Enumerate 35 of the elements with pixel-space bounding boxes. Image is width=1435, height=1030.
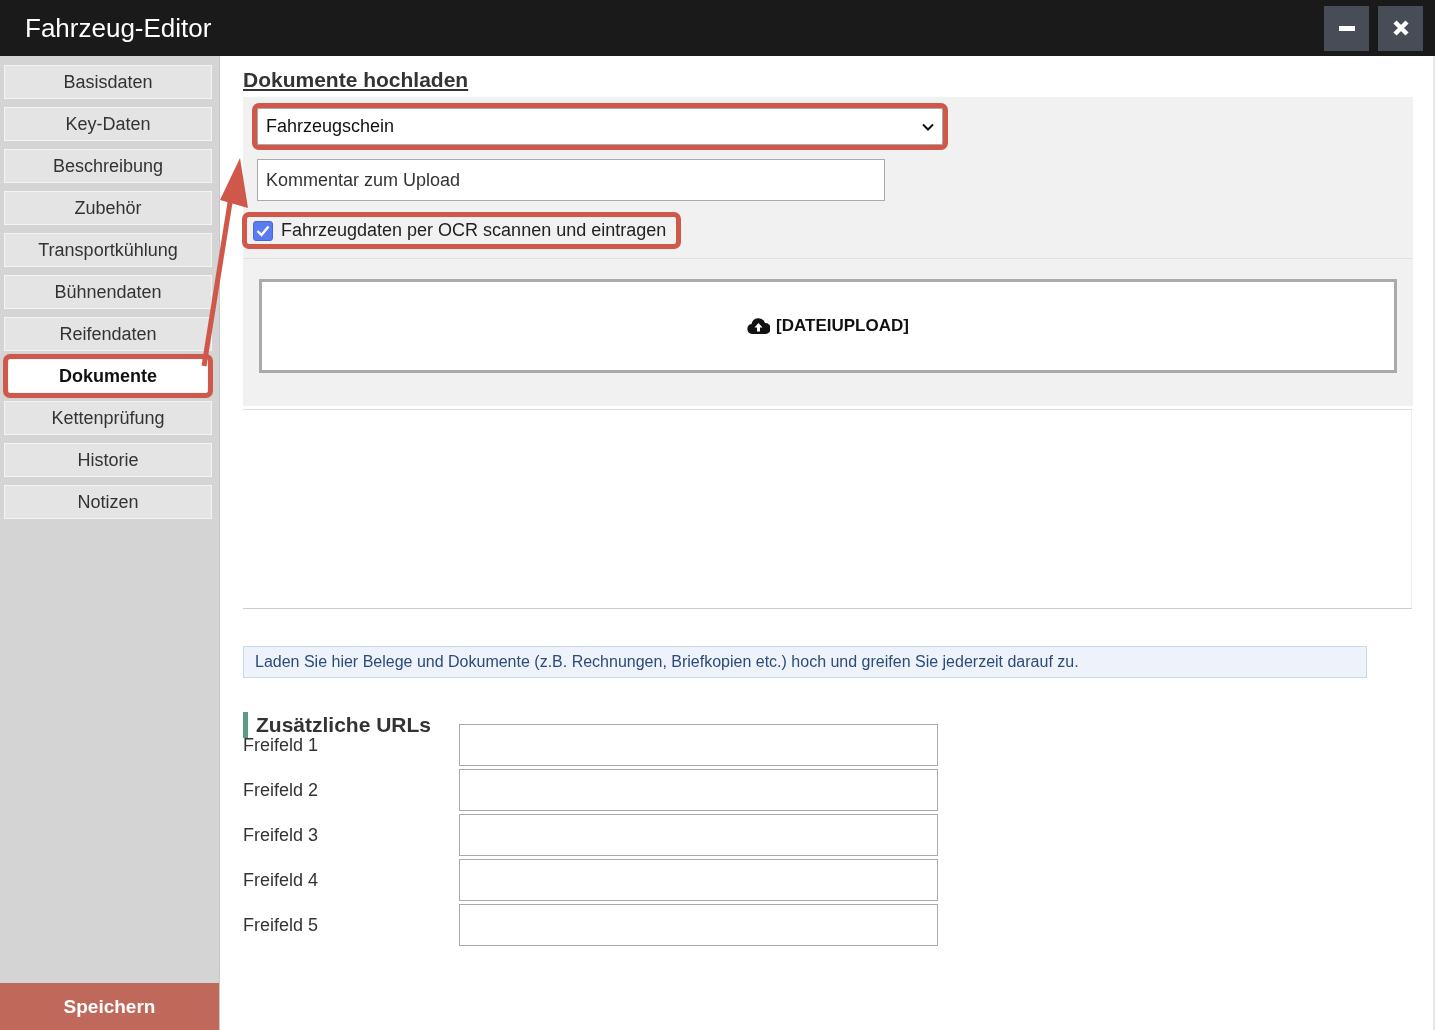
close-button[interactable] — [1378, 5, 1423, 51]
section-heading: Zusätzliche URLs — [243, 712, 432, 738]
field-label: Freifeld 3 — [243, 824, 320, 846]
sidebar-item[interactable]: Kettenprüfung — [4, 401, 212, 435]
cloud-upload-icon — [747, 318, 771, 334]
save-button[interactable]: Speichern — [0, 983, 219, 1030]
url-input-field[interactable] — [459, 859, 938, 901]
sidebar-item[interactable]: Zubehör — [4, 191, 212, 225]
sidebar-item[interactable]: Transportkühlung — [4, 233, 212, 267]
sidebar-item[interactable]: Reifendaten — [4, 317, 212, 351]
window-title: Fahrzeug-Editor — [25, 12, 212, 44]
url-input-field[interactable] — [459, 724, 938, 766]
section-heading: Dokumente hochladen — [243, 68, 469, 92]
minimize-button[interactable] — [1324, 5, 1369, 51]
url-input-field[interactable] — [459, 769, 938, 811]
close-icon — [1391, 19, 1410, 37]
sidebar-item[interactable]: Beschreibung — [4, 149, 212, 183]
field-label: Freifeld 4 — [243, 869, 320, 891]
sidebar-item[interactable]: Bühnendaten — [4, 275, 212, 309]
checkbox-label: Fahrzeugdaten per OCR scannen und eintragen — [281, 220, 667, 241]
sidebar-item[interactable]: Notizen — [4, 485, 212, 519]
ocr-checkbox-row[interactable]: Fahrzeugdaten per OCR scannen und eintragen — [247, 217, 677, 244]
upload-dropzone[interactable]: [DATEIUPLOAD] — [259, 279, 1397, 373]
chevron-down-icon — [922, 122, 934, 131]
field-label: Freifeld 5 — [243, 914, 320, 936]
minimize-icon — [1338, 25, 1355, 31]
sidebar-item[interactable]: Basisdaten — [4, 65, 212, 99]
url-input-field[interactable] — [459, 814, 938, 856]
field-label: Freifeld 2 — [243, 779, 320, 801]
comment-field[interactable]: Kommentar zum Upload — [257, 159, 885, 201]
sidebar-item[interactable]: Key-Daten — [4, 107, 212, 141]
checkbox[interactable] — [253, 220, 273, 241]
info-message: Laden Sie hier Belege und Dokumente (z.B. Rechnungen, Briefkopien etc.) hoch und greifen Sie jederzeit darauf zu. — [243, 646, 1367, 678]
sidebar-item[interactable]: Historie — [4, 443, 212, 477]
url-input-field[interactable] — [459, 904, 938, 946]
